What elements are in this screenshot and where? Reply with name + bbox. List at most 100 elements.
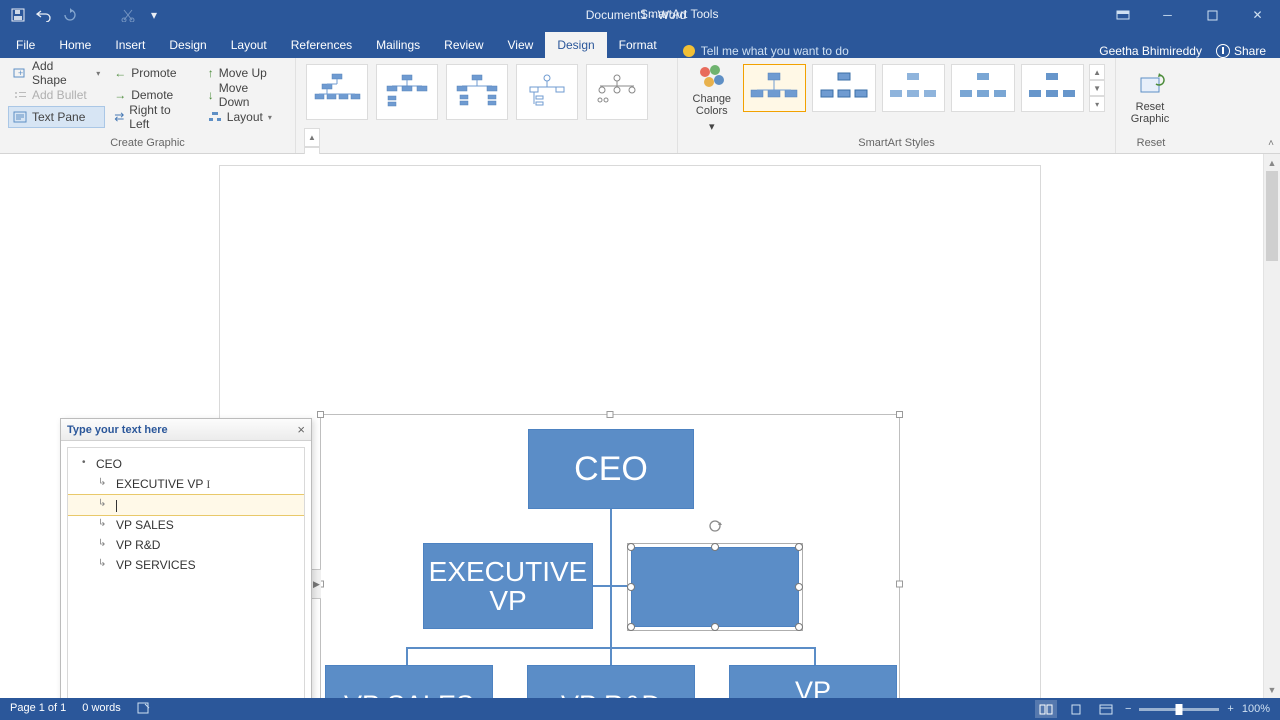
zoom-out-icon[interactable]: − [1125,703,1131,715]
tab-home[interactable]: Home [47,32,103,58]
node-ceo[interactable]: CEO [528,429,694,509]
frame-handle[interactable] [317,411,324,418]
group-label-reset: Reset [1124,135,1178,153]
connector [610,647,612,667]
style-thumb-4[interactable] [951,64,1015,112]
add-shape-button[interactable]: +Add Shape▾ [8,62,105,84]
styles-scroll[interactable]: ▲▼▾ [1089,64,1105,112]
connector [814,647,816,667]
qat-dropdown-icon[interactable]: ▾ [142,3,166,27]
tab-references[interactable]: References [279,32,364,58]
text-pane-item[interactable]: VP SALES [68,515,304,535]
frame-handle[interactable] [607,411,614,418]
text-pane-toggle[interactable]: ▶ [311,569,321,599]
status-bar: Page 1 of 1 0 words − + 100% [0,698,1280,720]
vertical-scrollbar[interactable]: ▲ ▼ [1263,154,1280,698]
node-evp[interactable]: EXECUTIVE VP [423,543,593,629]
text-pane-title: Type your text here [67,424,168,436]
tab-view[interactable]: View [496,32,546,58]
connector [610,509,612,649]
style-thumb-5[interactable] [1021,64,1085,112]
quick-access-toolbar: ▾ [0,3,172,27]
layout-thumb-2[interactable] [376,64,438,120]
user-name[interactable]: Geetha Bhimireddy [1099,44,1202,58]
text-pane-header[interactable]: Type your text here × [61,419,311,441]
group-label-create: Create Graphic [8,135,287,153]
frame-handle[interactable] [896,581,903,588]
style-thumb-2[interactable] [812,64,876,112]
tab-mailings[interactable]: Mailings [364,32,432,58]
maximize-icon[interactable] [1190,0,1235,30]
cut-icon[interactable] [116,3,140,27]
change-colors-button[interactable]: Change Colors▾ [686,62,738,132]
redo-icon[interactable] [58,3,82,27]
tell-me[interactable]: Tell me what you want to do [669,44,1086,58]
save-icon[interactable] [6,3,30,27]
layout-button[interactable]: Layout▾ [203,106,287,128]
zoom-level[interactable]: 100% [1242,703,1270,715]
user-area: Geetha Bhimireddy Share [1085,44,1280,58]
promote-button[interactable]: ←Promote [109,62,199,84]
tab-smartart-design[interactable]: Design [545,32,606,58]
scroll-down-icon[interactable]: ▼ [1264,681,1280,698]
scroll-thumb[interactable] [1266,171,1278,261]
move-down-button[interactable]: ↓Move Down [203,84,287,106]
text-pane-body[interactable]: CEOEXECUTIVE VP I VP SALESVP R&DVP SERVIC… [67,447,305,698]
text-pane-item[interactable]: VP SERVICES [68,555,304,575]
text-pane-item[interactable]: EXECUTIVE VP I [68,474,304,495]
frame-handle[interactable] [896,411,903,418]
zoom-slider[interactable] [1139,708,1219,711]
node-vp-rd[interactable]: VP R&D [527,665,695,698]
text-pane-button[interactable]: Text Pane [8,106,105,128]
tell-me-label: Tell me what you want to do [701,44,849,58]
scroll-up-icon[interactable]: ▲ [1264,154,1280,171]
context-tab-label: SmartArt Tools [600,7,758,21]
tab-design[interactable]: Design [157,32,218,58]
tab-smartart-format[interactable]: Format [607,32,669,58]
reset-graphic-button[interactable]: Reset Graphic [1124,62,1176,132]
group-reset: Reset Graphic Reset [1116,58,1186,153]
ribbon-display-icon[interactable] [1100,0,1145,30]
group-styles: Change Colors▾ ▲▼▾ SmartArt Styles [678,58,1116,153]
share-button[interactable]: Share [1216,44,1266,58]
reset-icon [1135,72,1165,98]
node-new-selected[interactable] [631,547,799,627]
node-vp-services[interactable]: VP SERVICES [729,665,897,698]
share-label: Share [1234,44,1266,58]
palette-icon [697,64,727,90]
ribbon-tabs: File Home Insert Design Layout Reference… [0,30,1280,58]
layout-thumb-4[interactable] [516,64,578,120]
text-pane-item[interactable]: CEO [68,454,304,474]
tab-layout[interactable]: Layout [219,32,279,58]
title-bar: ▾ Document1 - Word SmartArt Tools ─ ✕ [0,0,1280,30]
rotate-handle-icon[interactable] [707,518,723,534]
layout-thumb-1[interactable] [306,64,368,120]
status-page[interactable]: Page 1 of 1 [10,702,66,717]
view-read-icon[interactable] [1035,700,1057,718]
text-pane-close-icon[interactable]: × [297,422,305,437]
close-icon[interactable]: ✕ [1235,0,1280,30]
text-pane[interactable]: Type your text here × CEOEXECUTIVE VP I V… [60,418,312,698]
bulb-icon [683,45,695,57]
layout-thumb-5[interactable] [586,64,648,120]
view-web-icon[interactable] [1095,700,1117,718]
status-proofing-icon[interactable] [137,702,151,717]
layout-thumb-3[interactable] [446,64,508,120]
node-vp-sales[interactable]: VP SALES [325,665,493,698]
text-pane-item[interactable]: VP R&D [68,535,304,555]
tab-review[interactable]: Review [432,32,495,58]
rtl-button[interactable]: ⇄Right to Left [109,106,199,128]
text-pane-item[interactable] [68,495,304,515]
smartart-frame[interactable]: ▶ CEO EXECUTIVE VP VP SALES VP R&D VP SE… [320,414,900,698]
style-thumb-1[interactable] [743,64,807,112]
window-controls: ─ ✕ [1100,0,1280,30]
status-words[interactable]: 0 words [82,702,121,717]
zoom-in-icon[interactable]: + [1227,703,1233,715]
minimize-icon[interactable]: ─ [1145,0,1190,30]
tab-insert[interactable]: Insert [103,32,157,58]
view-print-icon[interactable] [1065,700,1087,718]
collapse-ribbon-icon[interactable]: ˄ [1268,138,1274,149]
tab-file[interactable]: File [4,32,47,58]
style-thumb-3[interactable] [882,64,946,112]
undo-icon[interactable] [32,3,56,27]
